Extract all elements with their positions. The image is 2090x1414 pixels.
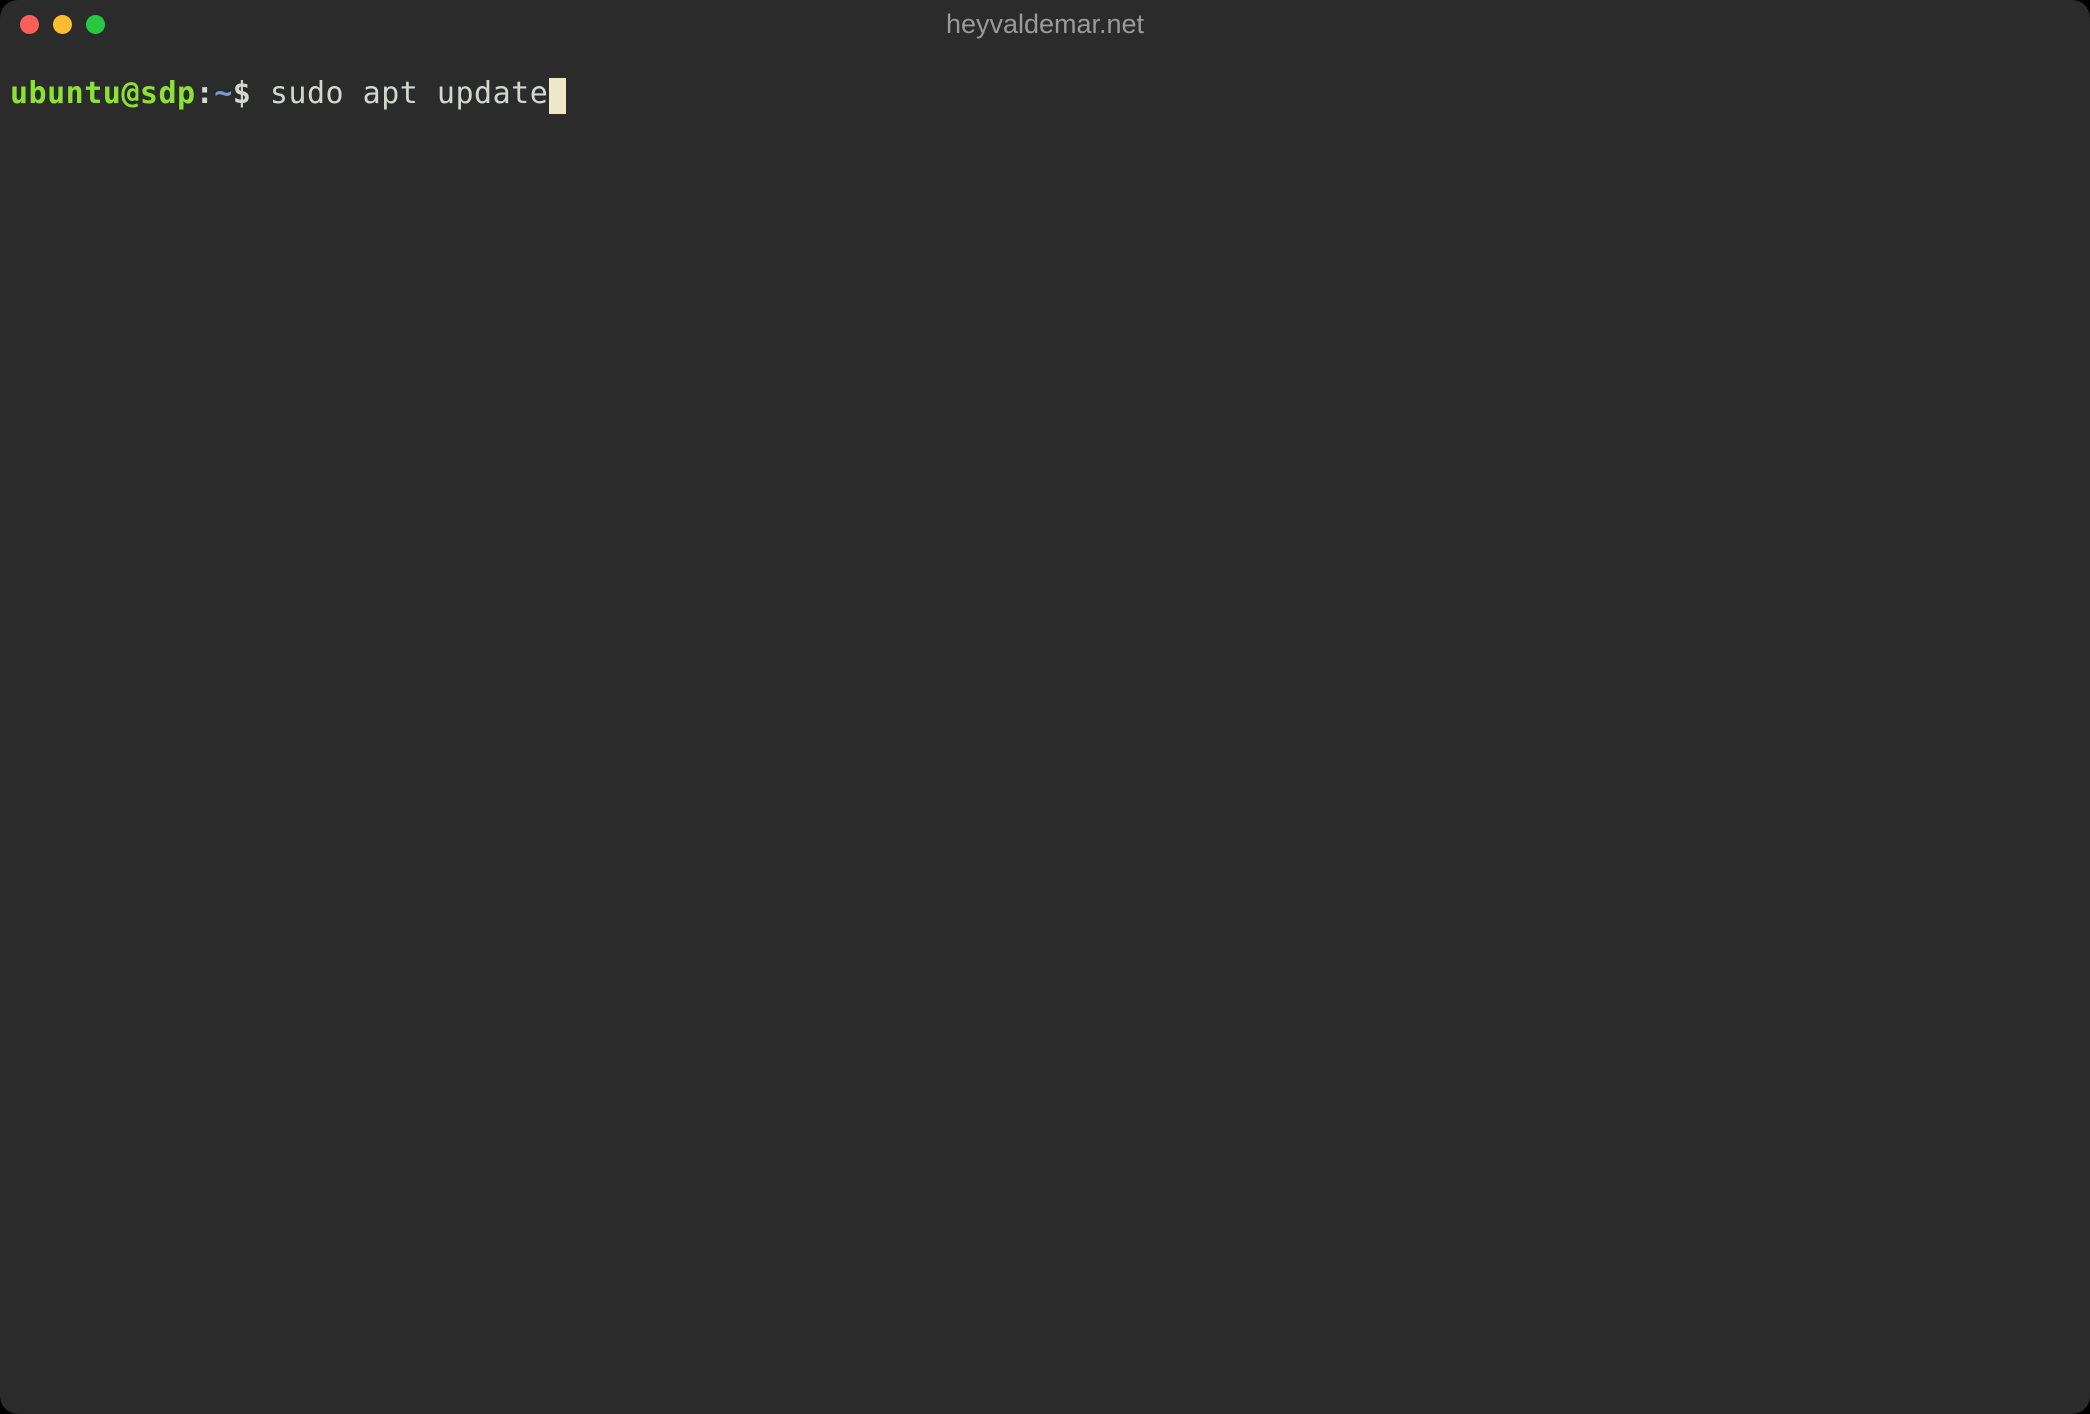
prompt-line: ubuntu@sdp:~$ sudo apt update <box>10 76 2080 112</box>
close-icon[interactable] <box>20 15 39 34</box>
command-text: sudo apt update <box>270 76 548 112</box>
terminal-window: heyvaldemar.net ubuntu@sdp:~$ sudo apt u… <box>0 0 2090 1414</box>
prompt-colon: : <box>196 76 215 112</box>
titlebar: heyvaldemar.net <box>0 0 2090 48</box>
prompt-user-host: ubuntu@sdp <box>10 76 196 112</box>
maximize-icon[interactable] <box>86 15 105 34</box>
window-title: heyvaldemar.net <box>946 9 1144 40</box>
prompt-symbol: $ <box>233 76 270 112</box>
terminal-body[interactable]: ubuntu@sdp:~$ sudo apt update <box>0 48 2090 122</box>
traffic-lights <box>20 15 105 34</box>
minimize-icon[interactable] <box>53 15 72 34</box>
cursor-icon <box>549 78 566 114</box>
prompt-path: ~ <box>214 76 233 112</box>
